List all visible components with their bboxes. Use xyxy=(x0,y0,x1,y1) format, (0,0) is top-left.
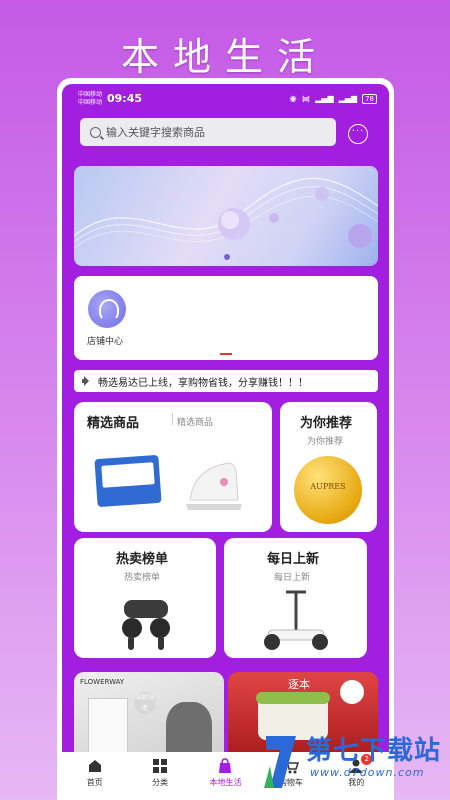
carrier-info: 中国移动 中国移动 xyxy=(78,91,102,107)
nav-label: 本地生活 xyxy=(209,778,242,787)
wifi-icon: ᯼ xyxy=(301,94,311,103)
promo-tag: 逐本 xyxy=(288,678,310,691)
search-icon xyxy=(90,126,101,138)
store-panel: 店铺中心 xyxy=(74,276,378,360)
page-title: 本地生活 xyxy=(120,35,329,79)
card-subtitle: 热卖榜单 xyxy=(124,573,161,583)
signal-icon: ▂▄▆ xyxy=(315,94,334,103)
carrier-2: 中国移动 xyxy=(78,99,103,106)
announcement-text: 畅选易达已上线，享购物省钱，分享赚钱！！！ xyxy=(98,377,308,389)
daily-new-card[interactable]: 每日上新 每日上新 xyxy=(224,538,367,658)
nav-home[interactable]: 首页 xyxy=(65,758,125,788)
promo-banner[interactable] xyxy=(74,166,378,266)
card-subtitle: 每日上新 xyxy=(274,573,311,583)
nav-label: 首页 xyxy=(86,778,103,787)
status-time: 09:45 xyxy=(107,92,143,105)
recommend-card[interactable]: 为你推荐 为你推荐 AUPRES xyxy=(280,402,377,532)
carousel-indicator[interactable] xyxy=(224,254,230,260)
nav-category[interactable]: 分类 xyxy=(130,758,190,788)
watermark-url: www.d7down.com xyxy=(310,766,425,779)
hot-list-card[interactable]: 热卖榜单 热卖榜单 xyxy=(74,538,216,658)
card-title: 精选商品 xyxy=(87,416,140,431)
page-indicator xyxy=(220,353,232,355)
speaker-icon xyxy=(82,376,92,386)
carrier-1: 中国移动 xyxy=(78,91,103,98)
card-subtitle: 精选商品 xyxy=(177,418,214,428)
chat-icon: ··· xyxy=(351,126,365,137)
product-brand: AUPRES xyxy=(310,482,346,491)
mascot-icon xyxy=(340,680,364,704)
battery-icon: 78 xyxy=(362,93,377,104)
banner-art xyxy=(74,177,378,249)
product-image xyxy=(264,590,328,650)
home-icon xyxy=(88,760,101,772)
promo-tag: 出龄抗老 xyxy=(134,692,156,714)
mask-image xyxy=(166,702,212,758)
product-images xyxy=(94,455,242,510)
announcement-bar[interactable]: 畅选易达已上线，享购物省钱，分享赚钱！！！ xyxy=(74,370,378,392)
phone-frame: 中国移动 中国移动 09:45 ◉ ᯼ ▂▄▆ ▂▄▆ 78 ··· xyxy=(57,78,394,800)
nav-local-life[interactable]: 本地生活 xyxy=(195,758,255,788)
store-center-icon[interactable] xyxy=(88,290,126,328)
bag-icon xyxy=(219,758,232,773)
product-box xyxy=(88,698,128,758)
product-image xyxy=(122,600,170,650)
d7-logo-icon xyxy=(264,736,296,788)
app-screen: 中国移动 中国移动 09:45 ◉ ᯼ ▂▄▆ ▂▄▆ 78 ··· xyxy=(62,84,389,800)
card-subtitle: 为你推荐 xyxy=(307,437,344,447)
grid-icon xyxy=(153,759,168,773)
message-button[interactable]: ··· xyxy=(348,124,368,144)
search-bar[interactable] xyxy=(80,118,336,146)
site-watermark: 第七下载站 www.d7down.com xyxy=(260,722,450,800)
card-title: 为你推荐 xyxy=(300,416,353,431)
eye-icon: ◉ xyxy=(289,94,297,103)
signal-icon-2: ▂▄▆ xyxy=(338,94,358,103)
nav-label: 分类 xyxy=(152,778,169,787)
store-center-label[interactable]: 店铺中心 xyxy=(87,334,123,347)
status-bar: 中国移动 中国移动 09:45 ◉ ᯼ ▂▄▆ ▂▄▆ 78 xyxy=(62,84,389,112)
product-lid xyxy=(256,692,330,704)
watermark-text: 第七下载站 xyxy=(306,736,442,766)
divider xyxy=(172,413,173,425)
card-title: 每日上新 xyxy=(267,552,320,567)
search-input[interactable] xyxy=(106,125,326,139)
featured-products-card[interactable]: 精选商品 精选商品 xyxy=(74,402,272,532)
promo-brand: FLOWERWAY xyxy=(80,678,125,686)
card-title: 热卖榜单 xyxy=(116,552,169,567)
status-icons: ◉ ᯼ ▂▄▆ ▂▄▆ 78 xyxy=(290,93,377,104)
promo-card-left[interactable]: FLOWERWAY 出龄抗老 xyxy=(74,672,224,762)
